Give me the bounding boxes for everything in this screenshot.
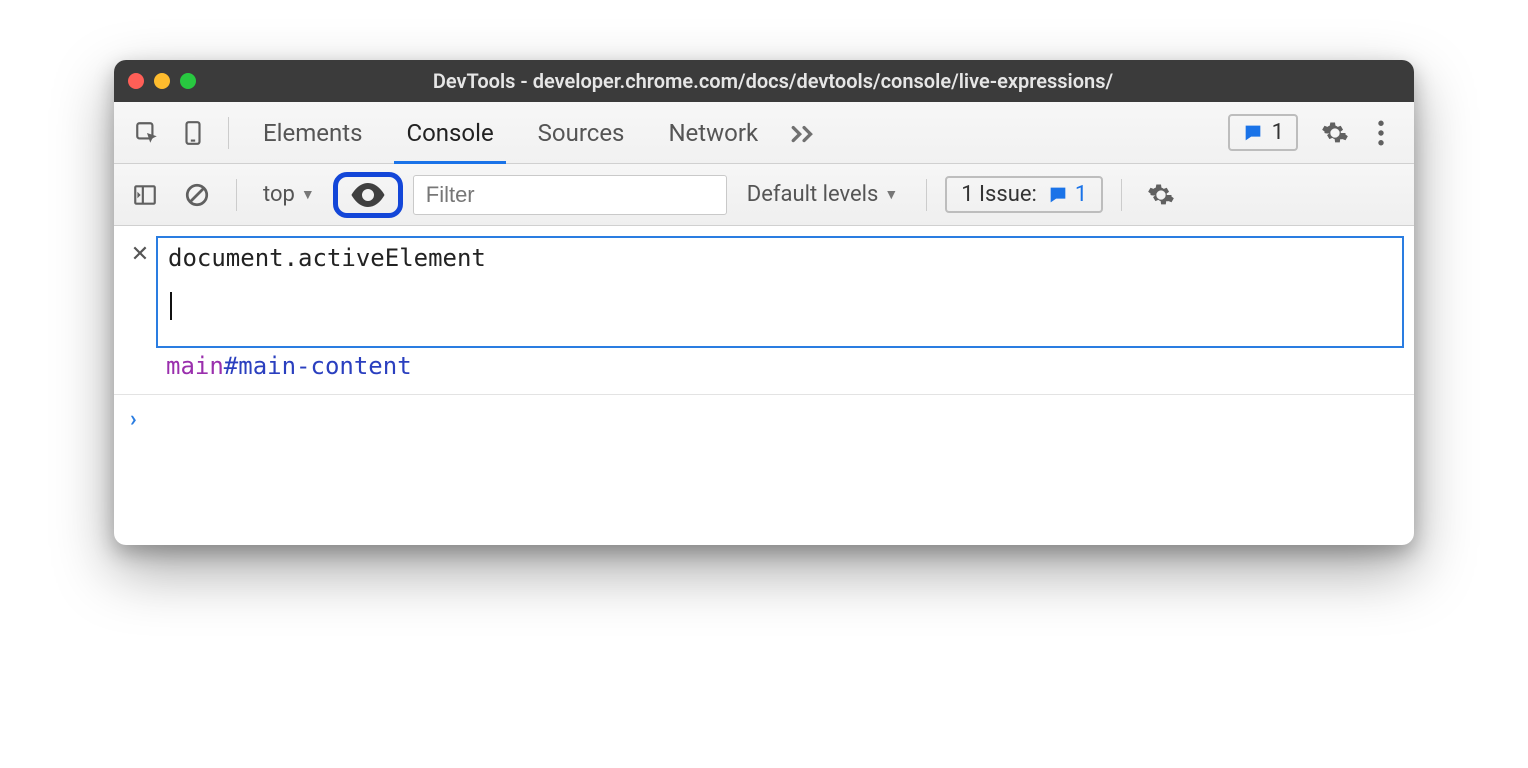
tab-network[interactable]: Network bbox=[646, 102, 780, 163]
log-levels-select[interactable]: Default levels ▼ bbox=[737, 182, 908, 207]
chevron-down-icon: ▼ bbox=[884, 186, 898, 203]
issues-label: 1 Issue: bbox=[961, 182, 1037, 207]
more-tabs-icon[interactable] bbox=[782, 112, 824, 154]
divider bbox=[926, 179, 927, 211]
titlebar: DevTools - developer.chrome.com/docs/dev… bbox=[114, 60, 1414, 102]
live-expression-input[interactable]: document.activeElement bbox=[156, 236, 1404, 348]
live-expression-row: ✕ document.activeElement bbox=[114, 226, 1414, 348]
execution-context-select[interactable]: top ▼ bbox=[255, 182, 323, 207]
issues-count: 1 bbox=[1075, 182, 1087, 207]
console-toolbar: top ▼ Default levels ▼ 1 Issue: 1 bbox=[114, 164, 1414, 226]
divider bbox=[228, 117, 229, 149]
clear-console-icon[interactable] bbox=[176, 174, 218, 216]
divider bbox=[236, 179, 237, 211]
kebab-menu-icon[interactable] bbox=[1360, 112, 1402, 154]
tab-label: Network bbox=[668, 119, 758, 147]
close-window-button[interactable] bbox=[128, 73, 144, 89]
filter-input[interactable] bbox=[413, 175, 727, 215]
levels-label: Default levels bbox=[747, 182, 879, 207]
prompt-caret-icon: › bbox=[130, 405, 137, 432]
device-toolbar-icon[interactable] bbox=[172, 112, 214, 154]
console-settings-icon[interactable] bbox=[1140, 174, 1182, 216]
messages-badge[interactable]: 1 bbox=[1228, 114, 1298, 151]
divider bbox=[1121, 179, 1122, 211]
tab-label: Console bbox=[406, 119, 493, 147]
message-icon bbox=[1242, 122, 1264, 144]
devtools-window: DevTools - developer.chrome.com/docs/dev… bbox=[114, 60, 1414, 545]
settings-icon[interactable] bbox=[1314, 112, 1356, 154]
tab-elements[interactable]: Elements bbox=[241, 102, 384, 163]
console-prompt[interactable]: › bbox=[114, 395, 1414, 545]
live-expression-result: main#main-content bbox=[114, 348, 1414, 395]
main-tabbar: Elements Console Sources Network 1 bbox=[114, 102, 1414, 164]
live-expression-button[interactable] bbox=[333, 172, 403, 218]
tab-console[interactable]: Console bbox=[384, 102, 515, 163]
tab-sources[interactable]: Sources bbox=[516, 102, 647, 163]
messages-count: 1 bbox=[1272, 120, 1284, 145]
remove-live-expression-button[interactable]: ✕ bbox=[124, 236, 156, 267]
result-tag: main bbox=[166, 352, 224, 380]
inspect-element-icon[interactable] bbox=[126, 112, 168, 154]
issues-chip[interactable]: 1 Issue: 1 bbox=[945, 176, 1103, 213]
context-label: top bbox=[263, 182, 295, 207]
chevron-down-icon: ▼ bbox=[301, 186, 315, 203]
live-expression-text: document.activeElement bbox=[168, 244, 1392, 272]
result-id: #main-content bbox=[224, 352, 412, 380]
toggle-sidebar-icon[interactable] bbox=[124, 174, 166, 216]
window-title: DevTools - developer.chrome.com/docs/dev… bbox=[146, 69, 1400, 93]
tab-label: Elements bbox=[263, 119, 362, 147]
eye-icon bbox=[350, 181, 386, 209]
text-caret bbox=[170, 292, 172, 320]
message-icon bbox=[1047, 184, 1069, 206]
tab-label: Sources bbox=[538, 119, 625, 147]
